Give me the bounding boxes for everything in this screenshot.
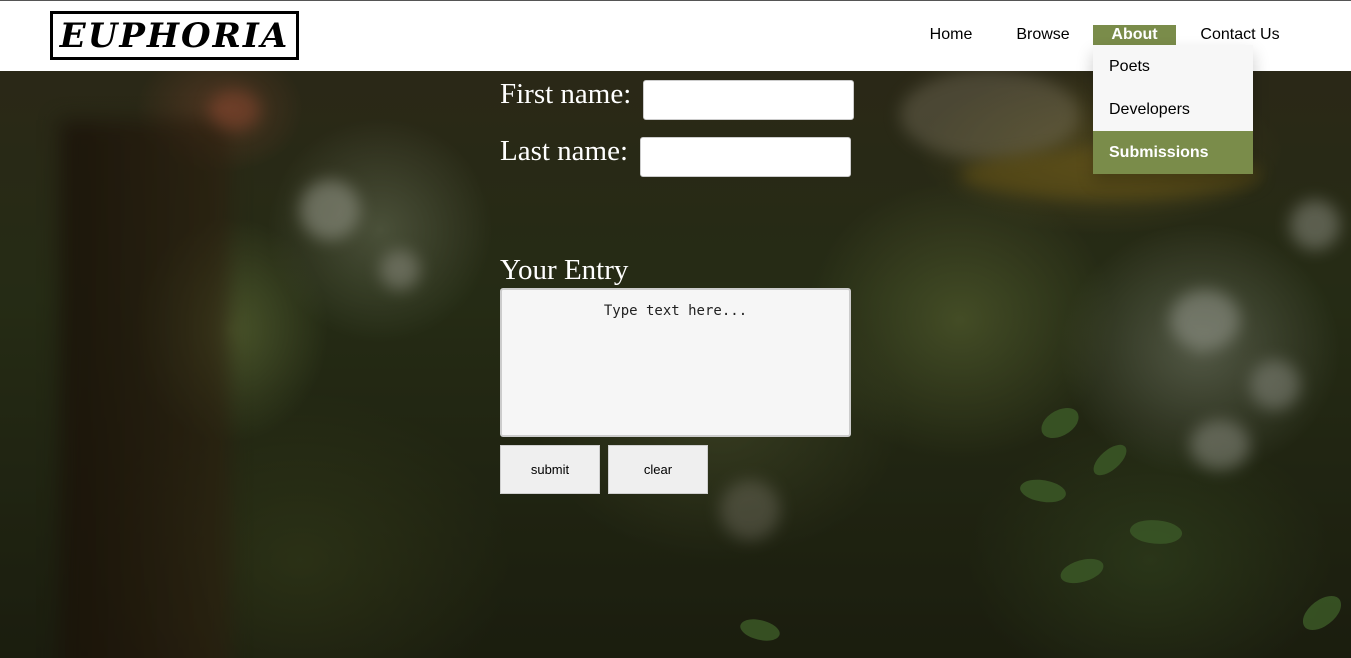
nav-about[interactable]: About [1093,25,1176,45]
site-logo[interactable]: EUPHORIA [50,11,299,60]
dropdown-item-developers[interactable]: Developers [1093,88,1253,131]
nav-contact-us[interactable]: Contact Us [1199,25,1281,45]
last-name-input[interactable] [640,137,851,177]
clear-button[interactable]: clear [608,445,708,494]
nav-browse[interactable]: Browse [1015,25,1071,45]
last-name-label: Last name: [500,135,629,167]
your-entry-label: Your Entry [500,254,629,286]
nav-home[interactable]: Home [929,25,973,45]
dropdown-item-poets[interactable]: Poets [1093,45,1253,88]
about-dropdown-menu: Poets Developers Submissions [1093,45,1253,174]
first-name-input[interactable] [643,80,854,120]
entry-textarea[interactable] [500,288,851,437]
first-name-label: First name: [500,78,632,110]
dropdown-item-submissions[interactable]: Submissions [1093,131,1253,174]
submit-button[interactable]: submit [500,445,600,494]
